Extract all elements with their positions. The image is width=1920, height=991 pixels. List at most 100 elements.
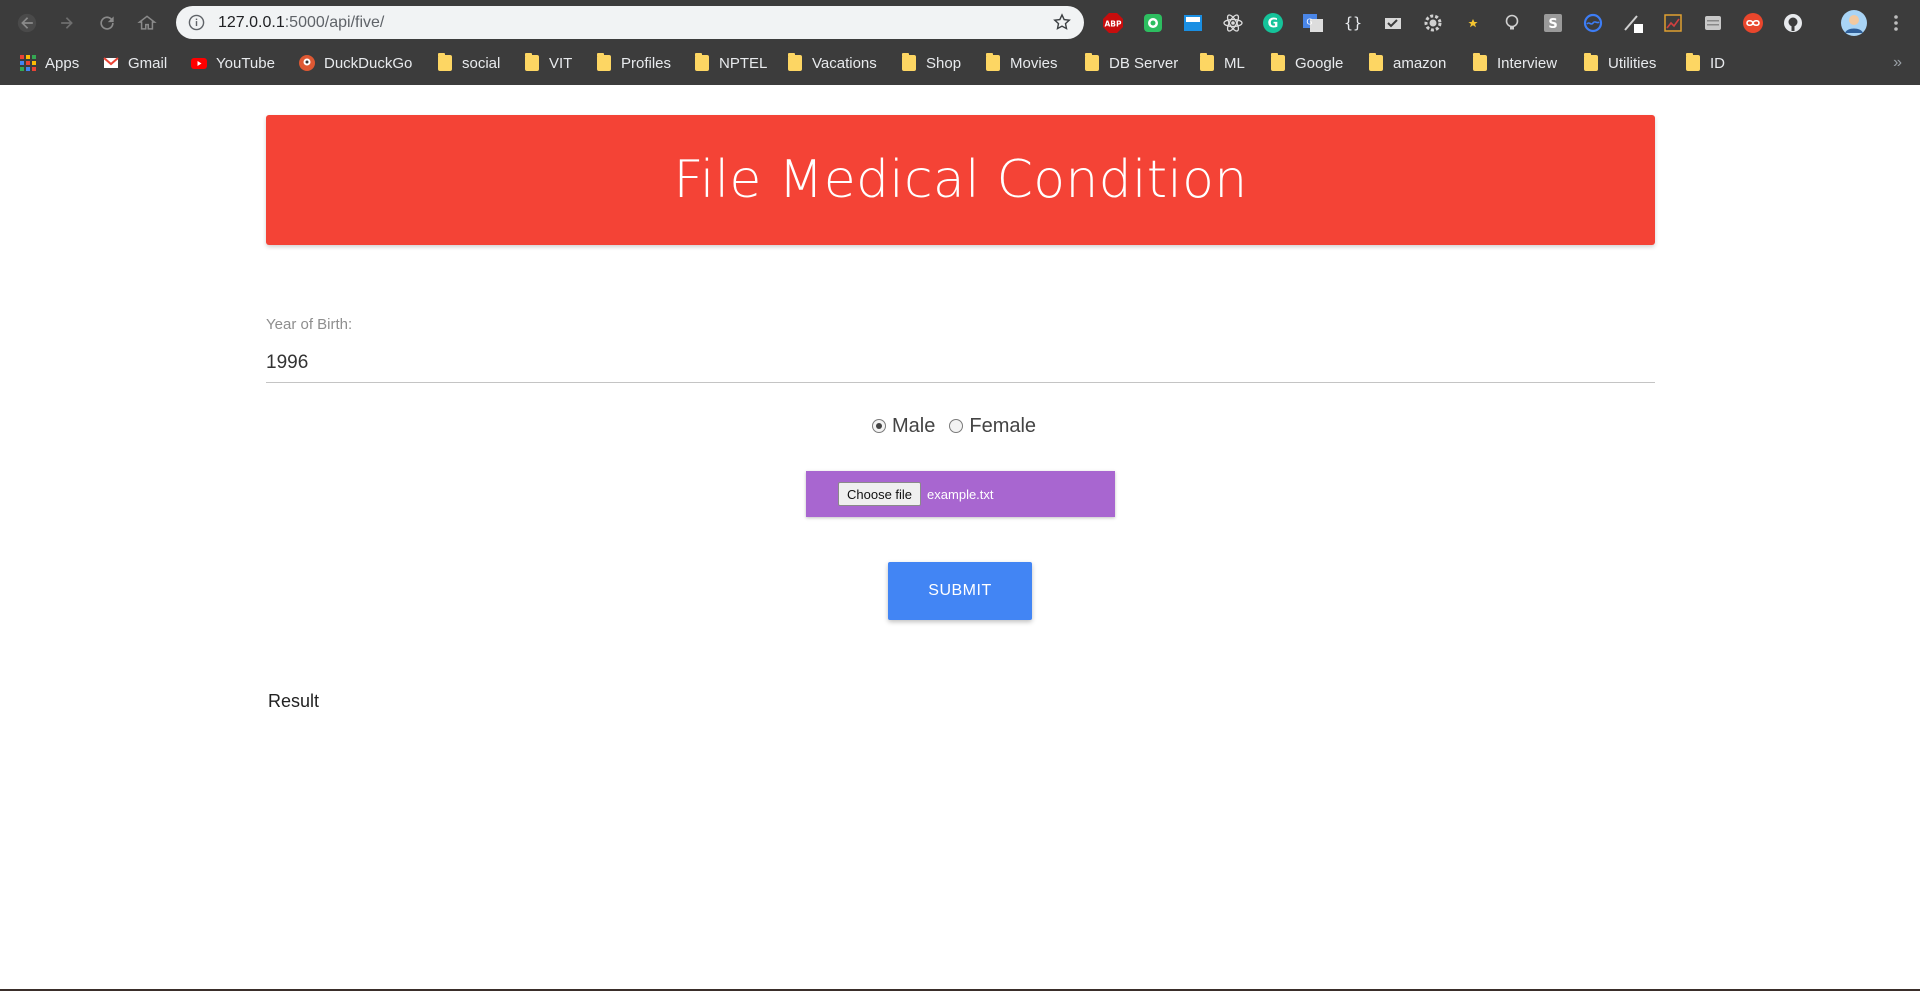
gender-female-option[interactable]: Female [949,415,1036,438]
duckduckgo-icon [299,55,315,71]
bookmark-folder-google[interactable]: Google [1270,47,1343,79]
forward-icon[interactable] [52,8,82,38]
choose-file-button[interactable]: Choose file [838,482,922,506]
folder-icon [1472,53,1488,71]
bookmark-label: Apps [45,54,80,72]
infinity-icon[interactable] [1742,12,1764,34]
url-text: 127.0.0.1:5000/api/five/ [218,6,384,39]
bookmark-label: ID [1710,54,1725,72]
bookmark-folder-interview[interactable]: Interview [1472,47,1557,79]
bookmark-apps[interactable]: Apps [20,47,79,79]
lightbulb-icon[interactable] [1502,12,1524,34]
bookmark-label: ML [1224,54,1245,72]
window-icon[interactable] [1182,12,1204,34]
chart-icon[interactable] [1662,12,1684,34]
female-radio[interactable] [949,419,964,433]
bookmark-label: NPTEL [719,54,768,72]
bookmark-folder-db-server[interactable]: DB Server [1084,47,1178,79]
folder-icon [1583,53,1599,71]
bookmark-youtube[interactable]: YouTube [191,47,275,79]
svg-text:ABP: ABP [1104,20,1122,29]
menu-kebab-icon[interactable] [1885,12,1907,34]
bookmark-label: Vacations [812,54,877,72]
folder-icon [1270,53,1286,71]
bookmark-folder-movies[interactable]: Movies [985,47,1058,79]
bookmark-folder-utilities[interactable]: Utilities [1583,47,1656,79]
bookmarks-bar: Apps Gmail YouTube DuckDuckGo social VIT… [0,47,1920,79]
folder-icon [787,53,803,71]
bookmark-gmail[interactable]: Gmail [103,47,167,79]
bookmark-duckduckgo[interactable]: DuckDuckGo [299,47,412,79]
settings-gear-icon[interactable] [1422,12,1444,34]
female-label: Female [969,414,1037,437]
bookmark-folder-vacations[interactable]: Vacations [787,47,877,79]
back-icon[interactable] [12,8,42,38]
bookmark-label: VIT [549,54,573,72]
bookmark-folder-nptel[interactable]: NPTEL [694,47,767,79]
bookmark-folder-profiles[interactable]: Profiles [596,47,671,79]
folder-icon [1084,53,1100,71]
folder-icon [596,53,612,71]
bookmark-folder-id[interactable]: ID [1685,47,1725,79]
bookmark-folder-ml[interactable]: ML [1199,47,1245,79]
bookmark-label: amazon [1393,54,1447,72]
bookmark-label: DB Server [1109,54,1179,72]
svg-text:S: S [1548,17,1557,32]
gender-male-option[interactable]: Male [872,415,935,438]
refresh-circle-icon[interactable] [1582,12,1604,34]
bookmark-label: Shop [926,54,962,72]
bookmark-label: Interview [1497,54,1558,72]
star-small-icon[interactable] [1462,12,1484,34]
browser-toolbar: 127.0.0.1:5000/api/five/ ABP G G {} S [0,0,1920,45]
year-of-birth-input[interactable] [266,343,1655,383]
checkmark-icon[interactable] [1382,12,1404,34]
bookmark-label: Google [1295,54,1344,72]
note-icon[interactable] [1702,12,1724,34]
bookmark-folder-vit[interactable]: VIT [524,47,572,79]
folder-icon [901,53,917,71]
svg-text:G: G [1268,17,1279,32]
submit-button[interactable]: SUBMIT [888,562,1032,620]
github-icon[interactable] [1782,12,1804,34]
svg-text:G: G [1306,18,1312,27]
react-devtools-icon[interactable] [1222,12,1244,34]
male-label: Male [892,414,936,437]
address-bar[interactable]: 127.0.0.1:5000/api/five/ [176,6,1084,39]
gmail-icon [103,55,119,71]
site-info-icon[interactable] [188,14,205,31]
pen-icon[interactable] [1622,12,1644,34]
page-title: File Medical Condition [673,150,1248,210]
bookmark-star-icon[interactable] [1052,12,1072,32]
bookmark-label: Gmail [128,54,168,72]
avatar[interactable] [1840,9,1868,37]
page-content: File Medical Condition Year of Birth: Ma… [0,85,1920,991]
grammarly-icon[interactable]: G [1262,12,1284,34]
bookmark-label: Utilities [1608,54,1657,72]
folder-icon [437,53,453,71]
reload-icon[interactable] [92,8,122,38]
folder-icon [694,53,710,71]
translate-icon[interactable]: G [1302,12,1324,34]
year-of-birth-label: Year of Birth: [266,316,353,333]
selected-filename: example.txt [927,486,994,502]
bookmark-label: YouTube [216,54,275,72]
bookmark-folder-shop[interactable]: Shop [901,47,961,79]
folder-icon [1199,53,1215,71]
folder-icon [524,53,540,71]
url-host: 127.0.0.1 [218,14,285,31]
json-viewer-icon[interactable]: {} [1342,12,1364,34]
bookmark-label: DuckDuckGo [324,54,413,72]
header-banner: File Medical Condition [266,115,1655,245]
evernote-icon[interactable] [1142,12,1164,34]
more-bookmarks-chevron-icon[interactable]: » [1893,54,1902,72]
s-icon[interactable]: S [1542,12,1564,34]
bookmark-folder-social[interactable]: social [437,47,500,79]
gender-radio-group: Male Female [872,413,1036,439]
male-radio[interactable] [872,419,886,433]
abp-icon[interactable]: ABP [1102,12,1124,34]
bookmark-folder-amazon[interactable]: amazon [1368,47,1446,79]
bookmark-label: Movies [1010,54,1058,72]
folder-icon [1368,53,1384,71]
youtube-icon [191,55,207,71]
home-icon[interactable] [132,8,162,38]
